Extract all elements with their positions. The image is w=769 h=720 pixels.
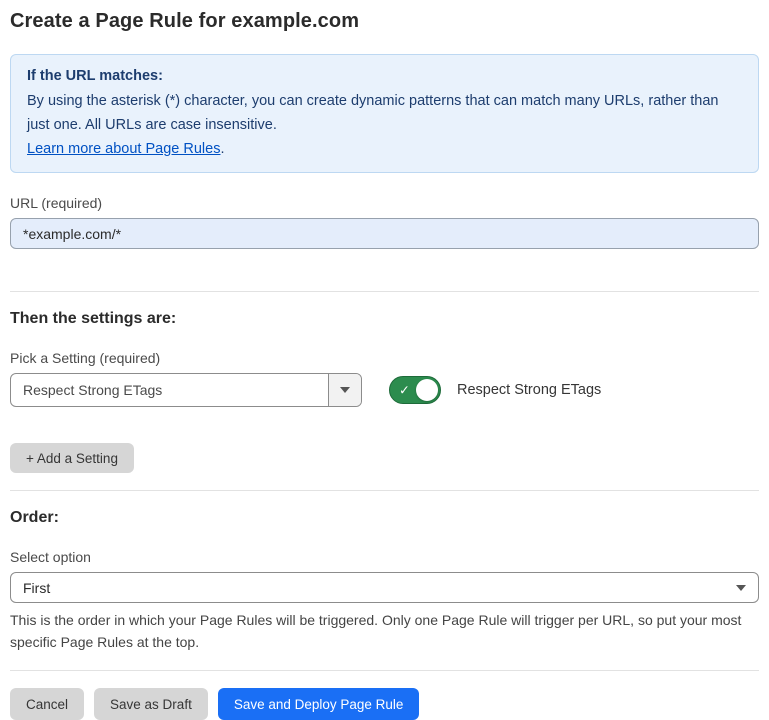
setting-select-value: Respect Strong ETags (11, 374, 328, 406)
order-section-heading: Order: (10, 509, 759, 527)
etags-toggle-group: ✓ Respect Strong ETags (389, 376, 601, 404)
info-box-heading: If the URL matches: (27, 64, 742, 88)
info-box-body: By using the asterisk (*) character, you… (27, 89, 742, 137)
cancel-button[interactable]: Cancel (10, 688, 84, 720)
chevron-down-icon (340, 387, 350, 393)
toggle-knob (416, 379, 438, 401)
etags-toggle[interactable]: ✓ (389, 376, 441, 404)
page-title: Create a Page Rule for example.com (10, 10, 759, 33)
create-page-rule-form: Create a Page Rule for example.com If th… (0, 0, 769, 720)
add-setting-button[interactable]: + Add a Setting (10, 443, 134, 473)
footer-divider (10, 670, 759, 671)
info-box-body-text: By using the asterisk (*) character, you… (27, 93, 719, 133)
section-divider (10, 291, 759, 292)
chevron-down-icon (736, 585, 746, 591)
info-box-link-line: Learn more about Page Rules. (27, 137, 742, 161)
etags-toggle-label: Respect Strong ETags (457, 382, 601, 398)
learn-more-link[interactable]: Learn more about Page Rules (27, 141, 220, 157)
url-match-info-box: If the URL matches: By using the asteris… (10, 54, 759, 173)
order-help-text: This is the order in which your Page Rul… (10, 609, 755, 653)
order-select-value: First (23, 580, 736, 596)
url-input[interactable] (10, 218, 759, 249)
url-field-label: URL (required) (10, 195, 759, 211)
check-icon: ✓ (399, 384, 410, 397)
section-divider (10, 490, 759, 491)
pick-setting-label: Pick a Setting (required) (10, 350, 759, 366)
order-select-label: Select option (10, 549, 759, 565)
link-suffix: . (220, 141, 224, 157)
setting-select-arrow-button[interactable] (328, 374, 361, 406)
settings-section-heading: Then the settings are: (10, 310, 759, 328)
save-deploy-button[interactable]: Save and Deploy Page Rule (218, 688, 420, 720)
save-draft-button[interactable]: Save as Draft (94, 688, 208, 720)
footer-actions: Cancel Save as Draft Save and Deploy Pag… (10, 688, 759, 720)
setting-select[interactable]: Respect Strong ETags (10, 373, 362, 407)
setting-row: Respect Strong ETags ✓ Respect Strong ET… (10, 373, 759, 407)
order-select[interactable]: First (10, 572, 759, 603)
